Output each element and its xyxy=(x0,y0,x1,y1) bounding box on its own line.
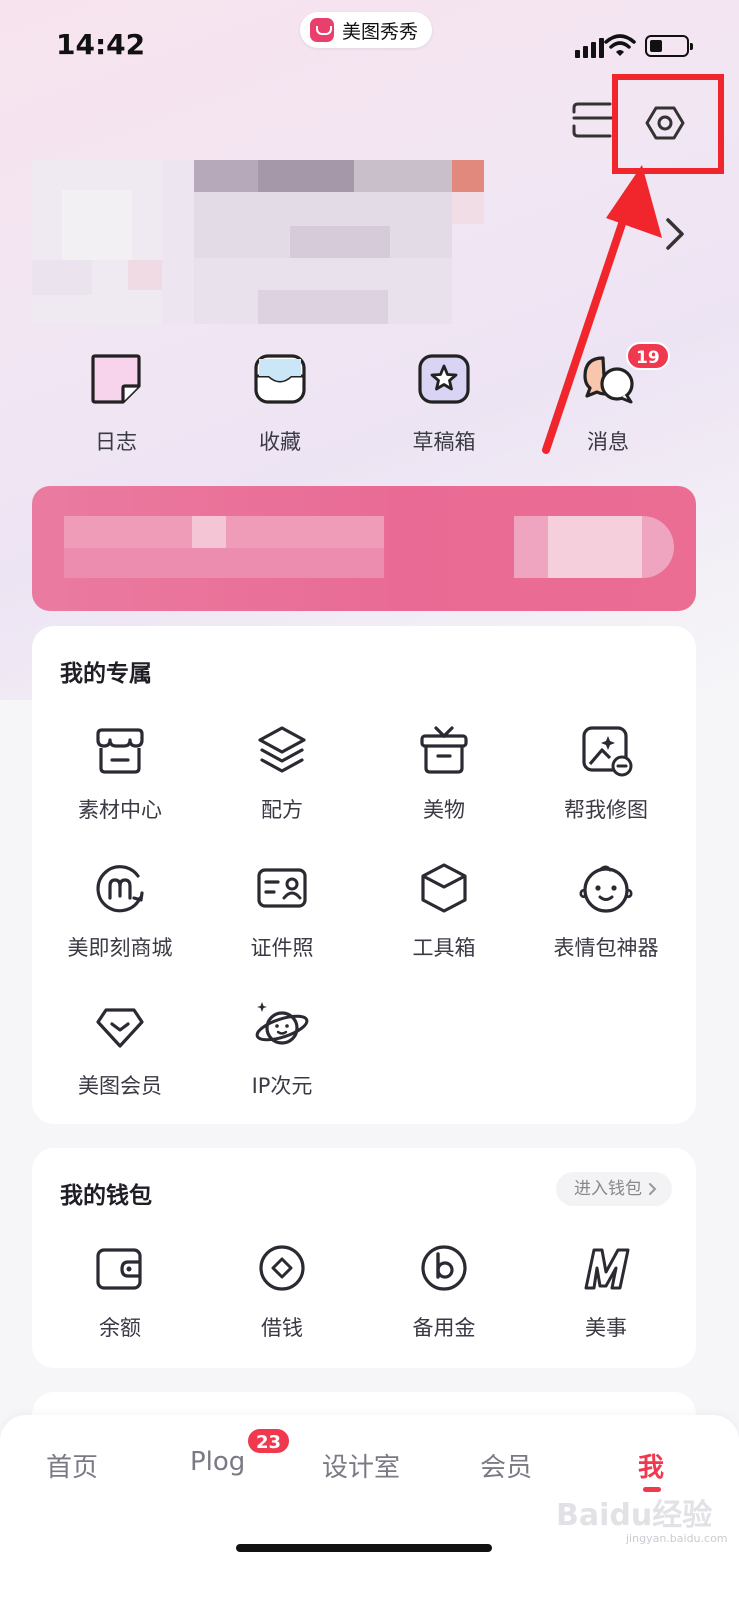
grid-item-label: 表情包神器 xyxy=(553,936,659,960)
grid-item-label: IP次元 xyxy=(251,1074,313,1098)
photo-edit-icon xyxy=(578,722,634,778)
grid-item-retouch-help[interactable]: 帮我修图 xyxy=(526,722,686,824)
toolbox-cube-icon xyxy=(416,860,472,916)
grid-item-label: 备用金 xyxy=(412,1316,476,1340)
grid-item-label: 证件照 xyxy=(250,936,314,960)
grid-item-label: 美物 xyxy=(423,798,465,822)
grid-item-label: 帮我修图 xyxy=(564,798,648,822)
quick-item-drafts[interactable]: 草稿箱 xyxy=(384,350,504,456)
wallet-card: 我的钱包 进入钱包 余额 借钱 备用金 美事 xyxy=(32,1148,696,1368)
coin-icon xyxy=(254,1240,310,1296)
id-card-icon xyxy=(254,860,310,916)
planet-icon xyxy=(254,998,310,1054)
enter-wallet-link[interactable]: 进入钱包 xyxy=(556,1172,672,1206)
wallet-icon xyxy=(92,1240,148,1296)
mall-m-icon xyxy=(92,860,148,916)
grid-item-label: 配方 xyxy=(261,798,303,822)
diamond-icon xyxy=(92,998,148,1054)
drafts-star-icon xyxy=(418,354,470,404)
grid-item-toolbox[interactable]: 工具箱 xyxy=(364,860,524,962)
annotation-highlight-box xyxy=(612,74,724,174)
enter-wallet-label: 进入钱包 xyxy=(574,1179,642,1199)
quick-item-label: 消息 xyxy=(587,430,629,454)
tab-me[interactable]: 我 xyxy=(638,1447,664,1484)
layers-icon xyxy=(254,722,310,778)
b-circle-icon xyxy=(416,1240,472,1296)
status-time: 14:42 xyxy=(56,28,146,61)
grid-item-recipe[interactable]: 配方 xyxy=(202,722,362,824)
baidu-watermark: Baidu经验 xyxy=(556,1498,713,1533)
wallet-item-balance[interactable]: 余额 xyxy=(40,1240,200,1342)
messages-badge: 19 xyxy=(626,342,670,370)
quick-item-diary[interactable]: 日志 xyxy=(56,350,176,456)
gift-box-icon xyxy=(416,722,472,778)
quick-item-messages[interactable]: 19 消息 xyxy=(548,342,670,456)
exclusive-title: 我的专属 xyxy=(60,661,152,687)
tab-plog[interactable]: Plog xyxy=(190,1447,245,1477)
tab-design-studio[interactable]: 设计室 xyxy=(322,1447,400,1484)
grid-item-sticker-maker[interactable]: 表情包神器 xyxy=(526,860,686,962)
grid-item-ip-dimension[interactable]: IP次元 xyxy=(202,998,362,1100)
wallet-item-reserve[interactable]: 备用金 xyxy=(364,1240,524,1342)
wallet-item-borrow[interactable]: 借钱 xyxy=(202,1240,362,1342)
wifi-icon xyxy=(604,34,636,56)
exclusive-card: 我的专属 素材中心 配方 美物 帮我修图 美即刻商城 证件照 工具箱 表情包神器… xyxy=(32,626,696,1124)
battery-icon xyxy=(645,35,693,57)
favorites-tray-icon xyxy=(254,354,306,404)
grid-item-label: 美事 xyxy=(585,1316,627,1340)
cellular-signal-icon xyxy=(575,38,604,58)
baby-face-icon xyxy=(578,860,634,916)
grid-item-label: 素材中心 xyxy=(78,798,162,822)
profile-chevron-right-icon[interactable] xyxy=(662,214,688,254)
app-name: 美图秀秀 xyxy=(342,20,419,43)
grid-item-label: 美即刻商城 xyxy=(67,936,173,960)
grid-item-meijike-mall[interactable]: 美即刻商城 xyxy=(40,860,200,962)
diary-sticky-note-icon xyxy=(91,354,141,404)
quick-item-label: 草稿箱 xyxy=(412,430,476,454)
scan-icon[interactable] xyxy=(570,98,616,144)
grid-item-material-center[interactable]: 素材中心 xyxy=(40,722,200,824)
wallet-title: 我的钱包 xyxy=(60,1183,152,1209)
grid-item-label: 工具箱 xyxy=(412,936,476,960)
grid-item-label: 借钱 xyxy=(261,1316,303,1340)
quick-item-label: 日志 xyxy=(95,430,137,454)
wallet-item-meishi[interactable]: 美事 xyxy=(526,1240,686,1342)
tab-vip[interactable]: 会员 xyxy=(480,1447,532,1484)
quick-actions-row: 日志 收藏 草稿箱 19 消息 xyxy=(0,342,739,460)
store-icon xyxy=(92,722,148,778)
home-indicator xyxy=(236,1544,492,1552)
plog-badge: 23 xyxy=(246,1427,292,1455)
m-logo-icon xyxy=(578,1240,634,1296)
tab-home[interactable]: 首页 xyxy=(46,1447,98,1484)
quick-item-favorites[interactable]: 收藏 xyxy=(220,350,340,456)
grid-item-vip[interactable]: 美图会员 xyxy=(40,998,200,1100)
baidu-watermark-url: jingyan.baidu.com xyxy=(626,1532,728,1545)
chevron-right-icon xyxy=(649,1183,657,1195)
grid-item-label: 余额 xyxy=(99,1316,141,1340)
app-indicator-pill: 美图秀秀 xyxy=(300,12,433,48)
meitu-logo-icon xyxy=(310,18,334,42)
promo-banner-blurred[interactable] xyxy=(32,486,696,611)
grid-item-id-photo[interactable]: 证件照 xyxy=(202,860,362,962)
grid-item-label: 美图会员 xyxy=(78,1074,162,1098)
profile-info-blurred[interactable] xyxy=(32,160,492,325)
grid-item-goods[interactable]: 美物 xyxy=(364,722,524,824)
quick-item-label: 收藏 xyxy=(259,430,301,454)
